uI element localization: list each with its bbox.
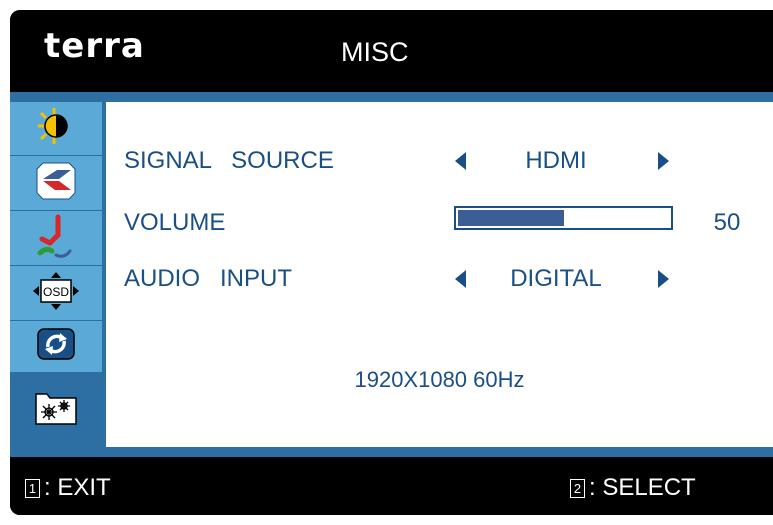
exit-hint[interactable]: 1: EXIT — [25, 474, 111, 502]
audio-input-next-arrow[interactable] — [658, 270, 669, 288]
osd-position-icon: OSD — [31, 270, 81, 317]
sidebar-menu: OSD — [10, 102, 102, 447]
audio-input-value[interactable]: DIGITAL — [486, 265, 626, 293]
sidebar-item-misc[interactable] — [10, 373, 102, 447]
color-adjust-icon — [36, 213, 76, 264]
sidebar-item-brightness[interactable] — [10, 102, 102, 156]
key-1-icon: 1 — [25, 479, 40, 498]
signal-source-prev-arrow[interactable] — [455, 152, 466, 170]
volume-slider-fill — [458, 210, 564, 226]
svg-text:OSD: OSD — [43, 285, 69, 299]
sidebar-item-image[interactable] — [10, 156, 102, 211]
exit-label: : EXIT — [44, 474, 111, 501]
reset-icon — [36, 327, 76, 366]
osd-window: terra MISC OSD SIGNAL SOURCE HDMI VOLUME… — [10, 10, 773, 515]
brightness-contrast-icon — [34, 106, 78, 151]
misc-settings-icon — [33, 388, 79, 433]
footer-divider — [10, 447, 773, 457]
sidebar-item-osd[interactable]: OSD — [10, 266, 102, 321]
header-divider — [10, 92, 773, 102]
settings-panel: SIGNAL SOURCE HDMI VOLUME 50 AUDIO INPUT… — [106, 102, 773, 447]
image-position-icon — [33, 159, 79, 208]
select-label: : SELECT — [589, 474, 696, 501]
signal-source-label: SIGNAL SOURCE — [124, 147, 334, 174]
volume-value: 50 — [713, 209, 741, 236]
select-hint[interactable]: 2: SELECT — [570, 474, 696, 502]
page-title: MISC — [341, 37, 409, 67]
volume-slider[interactable] — [454, 206, 673, 230]
sidebar-item-color[interactable] — [10, 211, 102, 266]
resolution-info: 1920X1080 60Hz — [354, 367, 525, 392]
key-2-icon: 2 — [570, 479, 585, 498]
volume-label: VOLUME — [124, 209, 226, 236]
footer: 1: EXIT 2: SELECT — [10, 457, 773, 515]
audio-input-label: AUDIO INPUT — [124, 265, 293, 292]
signal-source-value[interactable]: HDMI — [486, 147, 626, 175]
signal-source-next-arrow[interactable] — [658, 152, 669, 170]
sidebar-item-reset[interactable] — [10, 321, 102, 373]
brand-logo: terra — [44, 26, 145, 66]
header: terra MISC — [10, 10, 773, 92]
audio-input-prev-arrow[interactable] — [455, 270, 466, 288]
